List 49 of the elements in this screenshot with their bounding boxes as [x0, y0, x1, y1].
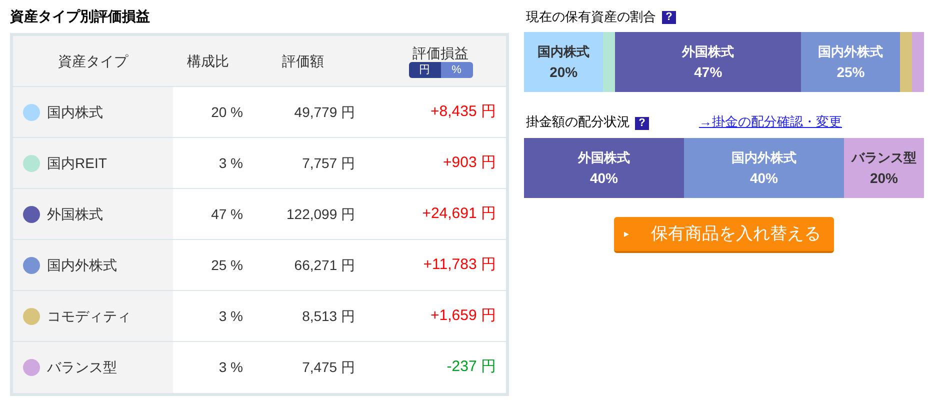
table-cell-text: 20 %	[211, 102, 243, 122]
allocation-link[interactable]: →掛金の配分確認・変更	[699, 112, 842, 132]
unit-toggle[interactable]: %	[440, 62, 472, 78]
table-cell-text: 7,757 円	[302, 154, 355, 172]
table-cell-text: -237 円	[446, 357, 496, 378]
table-cell-text: 8,513 円	[302, 306, 355, 326]
asset-type: 外国株式	[47, 204, 103, 224]
table-cell-text: 49,779 円	[294, 102, 355, 122]
table-cell-text: +24,691 円	[422, 204, 496, 224]
segment-label: バランス型	[852, 149, 916, 167]
table-cell-text: 3 %	[218, 154, 243, 172]
asset-type: バランス型	[47, 358, 117, 377]
segment-label: 外国株式	[578, 149, 630, 167]
table-cell-text: 66,271 円	[294, 256, 355, 274]
segment-percent: 40%	[590, 169, 618, 188]
column-header: 評価額	[281, 52, 325, 70]
help-icon[interactable]: ?	[662, 10, 676, 24]
table-cell-text: 3 %	[218, 306, 243, 326]
section-title: 現在の保有資産の割合	[526, 8, 656, 26]
table-cell-text: 122,099 円	[286, 204, 355, 224]
segment-label: 国内株式	[538, 43, 590, 61]
segment-label: 外国株式	[682, 43, 734, 61]
segment-percent: 40%	[750, 169, 778, 188]
segment-percent: 20%	[870, 169, 898, 188]
segment-label: 国内外株式	[818, 43, 884, 61]
table-cell-text: 25 %	[211, 256, 243, 274]
section-title: 掛金額の配分状況	[526, 113, 630, 132]
column-header: 構成比	[186, 52, 230, 70]
unit-toggle[interactable]: 円	[408, 62, 440, 78]
asset-type: 国内REIT	[47, 154, 107, 172]
section-title: 資産タイプ別評価損益	[10, 7, 151, 25]
help-icon[interactable]: ?	[635, 117, 649, 130]
table-cell-text: +1,659 円	[430, 306, 496, 326]
triangle-icon: ▸	[624, 226, 629, 242]
segment-percent: 47%	[694, 63, 722, 82]
segment-percent: 20%	[550, 63, 578, 82]
table-cell-text: +903 円	[443, 152, 496, 173]
table-cell-text: +11,783 円	[423, 254, 496, 275]
asset-type: コモディティ	[47, 306, 131, 326]
segment-label: 国内外株式	[732, 149, 796, 167]
segment-percent: 25%	[836, 63, 865, 82]
asset-type: 国内外株式	[47, 256, 117, 274]
table-cell-text: 7,475 円	[302, 358, 355, 377]
column-header: 資産タイプ	[57, 52, 130, 70]
table-cell-text: +8,435 円	[430, 102, 496, 122]
table-cell-text: 47 %	[211, 204, 243, 224]
column-header: 評価損益	[412, 44, 468, 62]
asset-type: 国内株式	[47, 102, 103, 122]
table-cell-text: 3 %	[218, 358, 243, 377]
